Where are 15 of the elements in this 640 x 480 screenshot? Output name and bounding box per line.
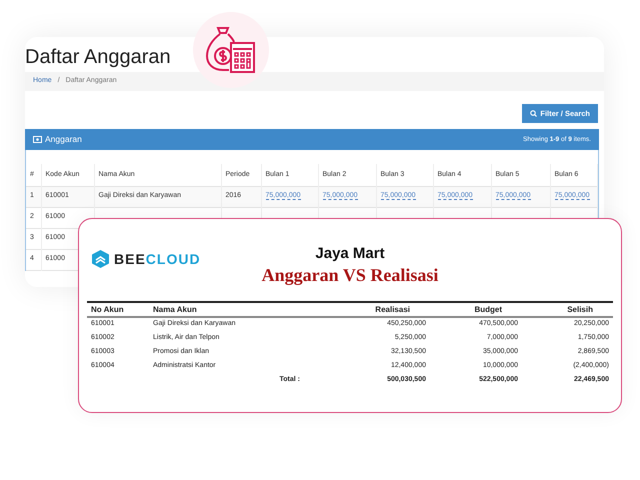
logo-icon bbox=[92, 250, 109, 268]
panel-title: Anggaran bbox=[45, 133, 82, 146]
column-header: Budget bbox=[430, 303, 522, 317]
money-icon bbox=[33, 136, 42, 143]
column-header: Selisih bbox=[522, 303, 613, 317]
column-header: No Akun bbox=[87, 303, 149, 317]
page-title: Daftar Anggaran bbox=[25, 45, 172, 69]
money-bag-calculator-icon bbox=[206, 26, 256, 74]
logo-text: CLOUD bbox=[146, 251, 201, 267]
company-name: Jaya Mart bbox=[315, 244, 385, 264]
search-icon bbox=[530, 110, 538, 117]
column-header: Realisasi bbox=[304, 303, 430, 317]
report-title: Anggaran VS Realisasi bbox=[262, 264, 438, 286]
logo-text: BEE bbox=[114, 251, 146, 267]
column-header: Nama Akun bbox=[149, 303, 304, 317]
